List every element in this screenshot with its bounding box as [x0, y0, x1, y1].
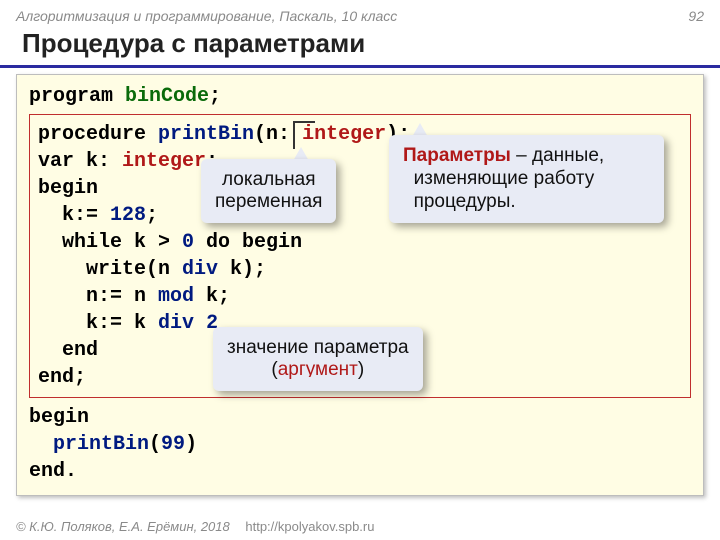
connector-line [293, 121, 295, 149]
page-number: 92 [688, 8, 704, 24]
code-line: program binCode; [29, 83, 691, 110]
footer-link[interactable]: http://kpolyakov.spb.ru [245, 519, 374, 534]
procedure-box: procedure printBin(n: integer); var k: i… [29, 114, 691, 398]
code-line: n:= n mod k; [38, 283, 682, 310]
code-line: printBin(99) [29, 431, 691, 458]
page-title: Процедура с параметрами [0, 24, 720, 63]
code-line: write(n div k); [38, 256, 682, 283]
footer-authors: © К.Ю. Поляков, Е.А. Ерёмин, 2018 [16, 519, 230, 534]
title-underline [0, 65, 720, 68]
connector-line [293, 121, 315, 123]
footer: © К.Ю. Поляков, Е.А. Ерёмин, 2018 http:/… [16, 519, 374, 534]
code-block: program binCode; procedure printBin(n: i… [16, 74, 704, 496]
course-label: Алгоритмизация и программирование, Паска… [16, 8, 397, 24]
callout-pointer [305, 377, 321, 391]
header-bar: Алгоритмизация и программирование, Паска… [0, 0, 720, 24]
callout-local-variable: локальная переменная [201, 159, 336, 223]
code-line: while k > 0 do begin [38, 229, 682, 256]
callout-parameters: Параметры – данные, изменяющие работу пр… [389, 135, 664, 223]
code-line: begin [29, 404, 691, 431]
code-line: end. [29, 458, 691, 485]
